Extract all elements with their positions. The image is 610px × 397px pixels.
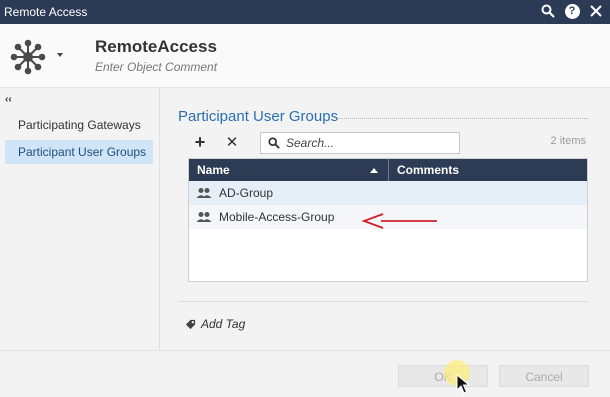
- sidebar: ‹‹ Participating Gateways Participant Us…: [0, 88, 160, 350]
- table-header: Name Comments: [189, 159, 587, 181]
- object-comment-field[interactable]: Enter Object Comment: [95, 60, 217, 74]
- sort-ascending-icon: [370, 168, 378, 173]
- user-group-icon: [196, 188, 212, 198]
- main-panel: Participant User Groups + ✕ Search... 2 …: [161, 88, 610, 350]
- search-placeholder: Search...: [286, 136, 335, 150]
- table-row[interactable]: AD-Group: [189, 181, 587, 205]
- group-name: Mobile-Access-Group: [219, 210, 335, 224]
- sidebar-item-label: Participating Gateways: [18, 118, 141, 132]
- tag-icon: [185, 319, 196, 329]
- mouse-cursor-icon: [456, 374, 470, 394]
- sidebar-item-participant-user-groups[interactable]: Participant User Groups: [5, 140, 153, 164]
- window-title: Remote Access: [4, 5, 88, 19]
- collapse-sidebar-icon[interactable]: ‹‹: [5, 94, 12, 105]
- close-icon[interactable]: [588, 3, 604, 19]
- search-input[interactable]: Search...: [260, 132, 460, 154]
- remote-access-community-icon[interactable]: [8, 37, 48, 77]
- sidebar-item-label: Participant User Groups: [18, 145, 147, 159]
- ok-button[interactable]: OK: [398, 365, 488, 387]
- remove-icon[interactable]: ✕: [221, 131, 243, 153]
- help-icon[interactable]: ?: [564, 3, 580, 19]
- section-divider: [337, 118, 589, 119]
- cancel-button[interactable]: Cancel: [499, 365, 589, 387]
- search-icon[interactable]: [540, 3, 556, 19]
- search-icon: [268, 137, 280, 149]
- chevron-down-icon[interactable]: [57, 53, 63, 57]
- object-name[interactable]: RemoteAccess: [95, 37, 217, 57]
- section-title: Participant User Groups: [178, 108, 339, 125]
- table-toolbar: + ✕: [189, 131, 243, 153]
- column-header-comments[interactable]: Comments: [389, 159, 587, 181]
- user-group-icon: [196, 212, 212, 222]
- dialog-footer: OK Cancel: [0, 350, 610, 397]
- annotation-arrow-icon: [361, 213, 437, 229]
- object-header: RemoteAccess Enter Object Comment: [0, 24, 610, 88]
- add-icon[interactable]: +: [189, 131, 211, 153]
- divider: [178, 301, 588, 302]
- sidebar-item-participating-gateways[interactable]: Participating Gateways: [5, 113, 153, 137]
- add-tag-label: Add Tag: [201, 317, 246, 331]
- group-name: AD-Group: [219, 186, 274, 200]
- items-count: 2 items: [550, 135, 586, 147]
- add-tag-button[interactable]: Add Tag: [185, 317, 245, 331]
- window-titlebar: Remote Access ?: [0, 0, 610, 24]
- column-header-name[interactable]: Name: [189, 159, 389, 181]
